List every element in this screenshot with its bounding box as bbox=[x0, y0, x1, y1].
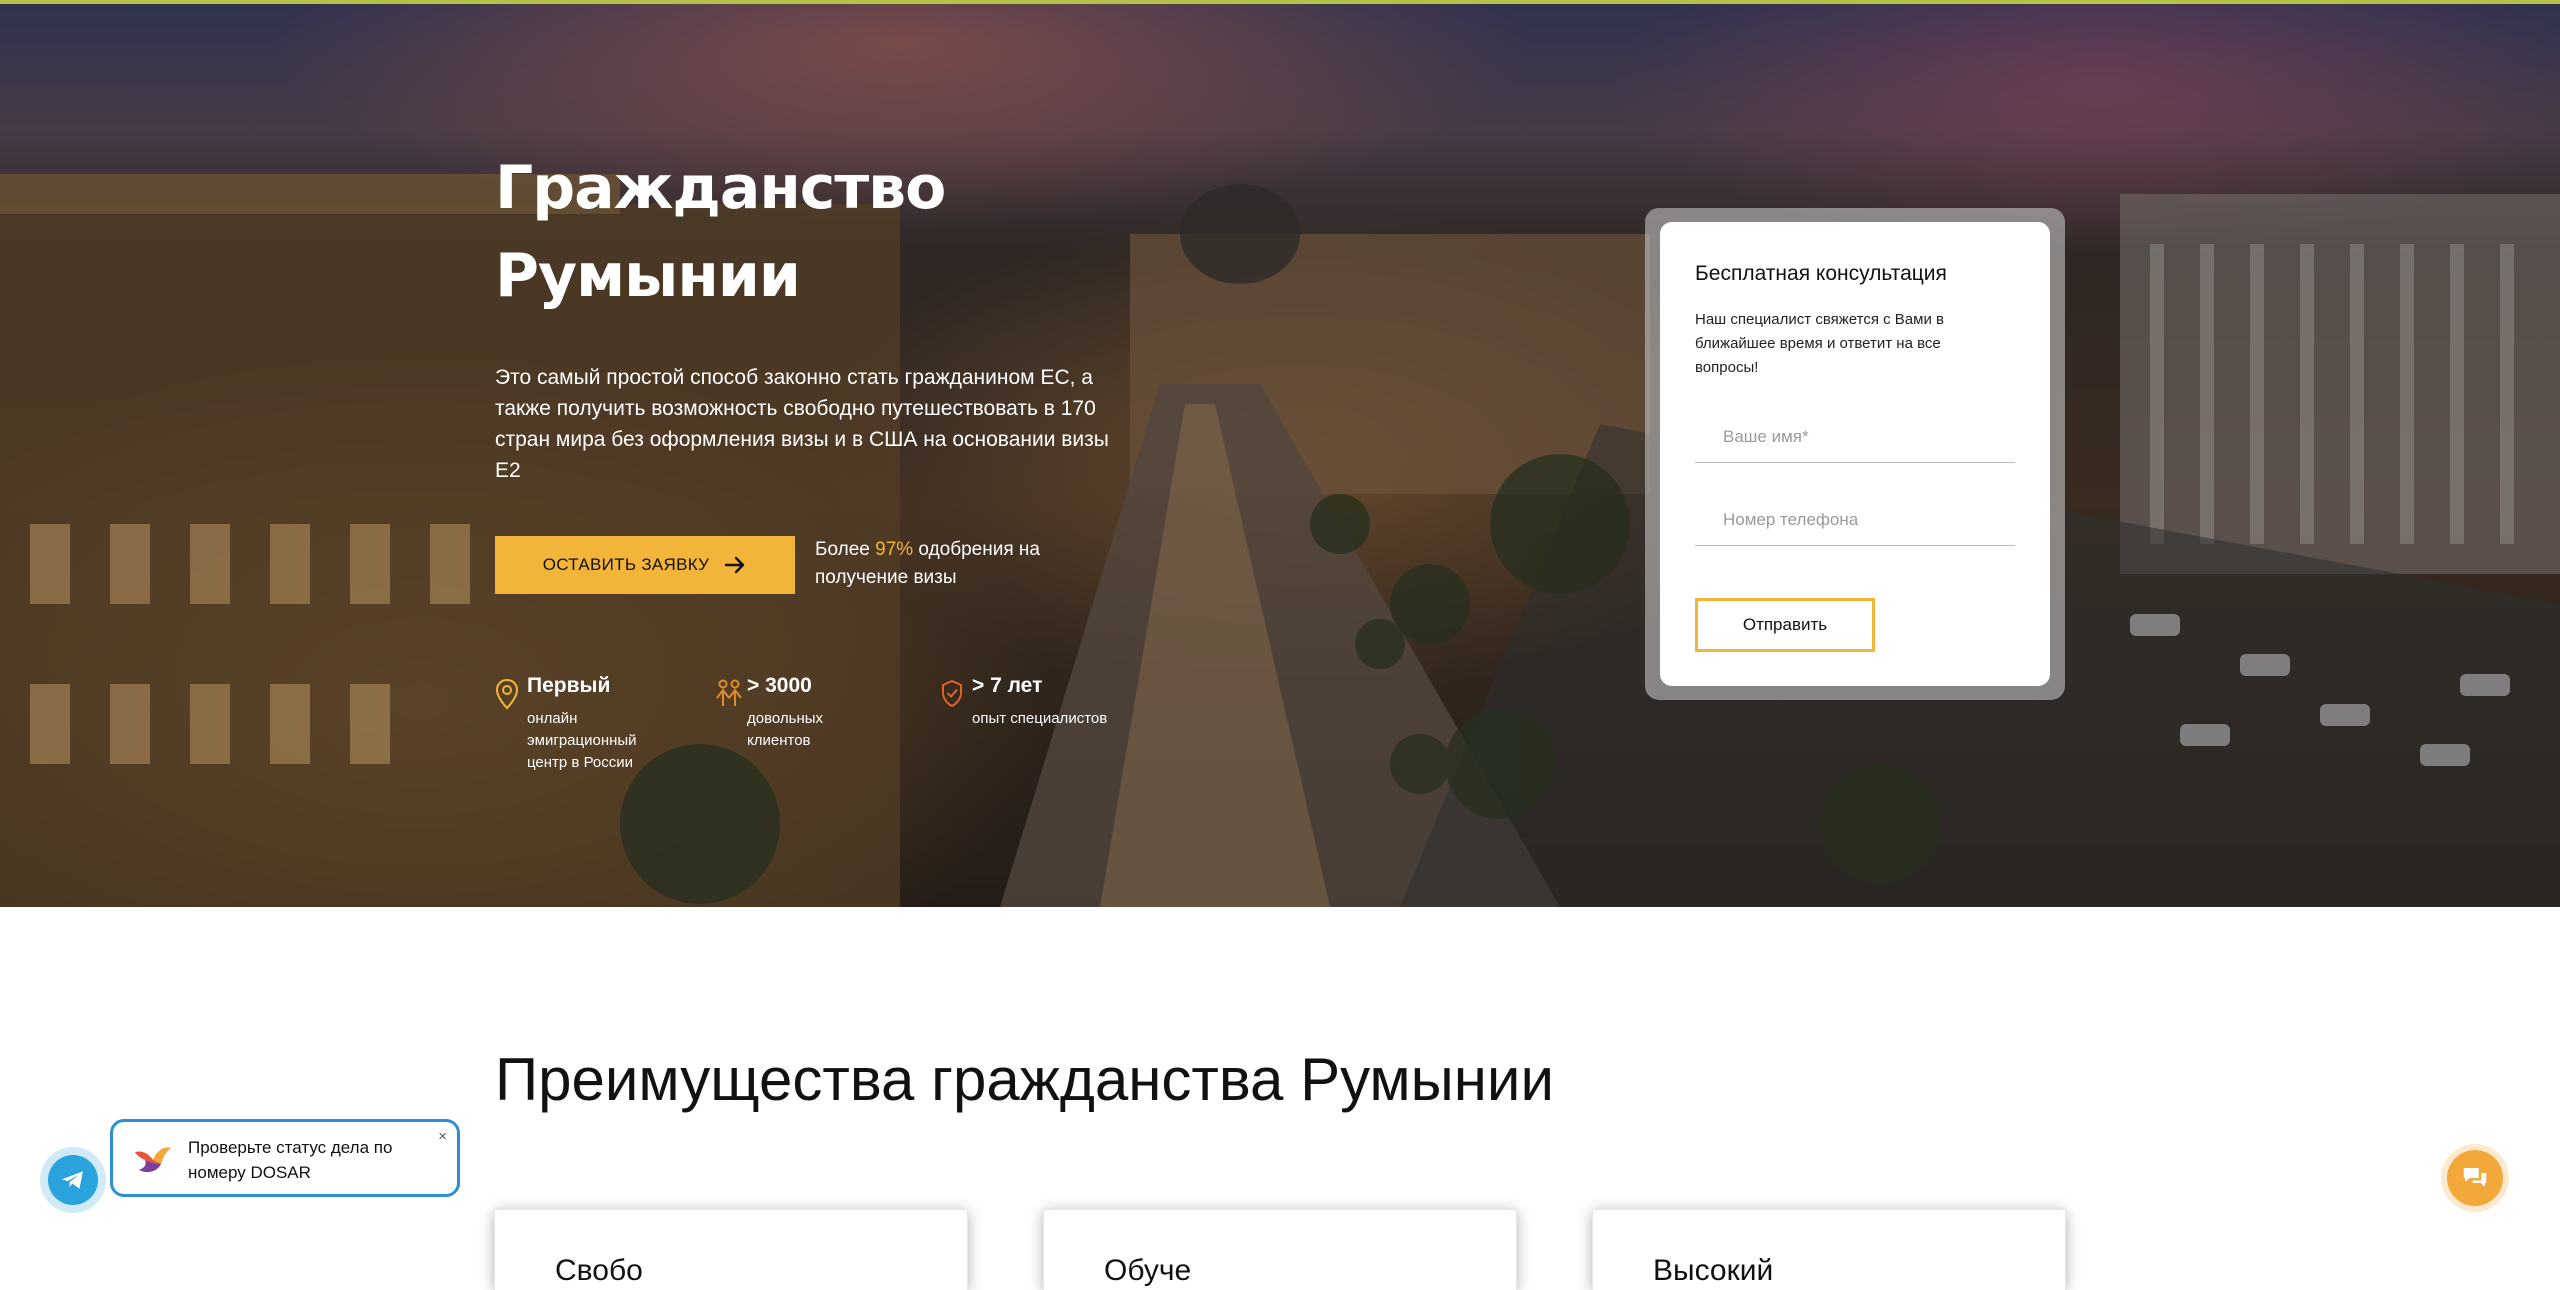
phone-input[interactable] bbox=[1695, 494, 2015, 546]
form-title: Бесплатная консультация bbox=[1695, 262, 1947, 285]
advantage-card: Высокий bbox=[1593, 1210, 2065, 1290]
stat-experience-value: > 7 лет bbox=[972, 674, 1043, 697]
hero-title: Гражданство Румынии bbox=[495, 144, 1055, 320]
approval-percent: 97% bbox=[875, 539, 914, 560]
leave-request-button-label: ОСТАВИТЬ ЗАЯВКУ bbox=[542, 555, 710, 574]
approval-prefix: Более bbox=[815, 539, 876, 560]
leave-request-button[interactable]: ОСТАВИТЬ ЗАЯВКУ bbox=[495, 536, 795, 594]
advantage-card: Свобо bbox=[495, 1210, 967, 1290]
dosar-notification-text: Проверьте статус дела по номеру DOSAR bbox=[188, 1138, 393, 1182]
stat-experience-caption: опыт специалистов bbox=[972, 710, 1108, 727]
hero-content: Гражданство Румынии Это самый простой сп… bbox=[0, 4, 2560, 907]
arrow-right-icon bbox=[725, 556, 745, 574]
submit-button[interactable]: Отправить bbox=[1695, 598, 1875, 652]
name-input[interactable] bbox=[1695, 411, 2015, 463]
advantage-card-title: Высокий bbox=[1653, 1254, 1774, 1287]
chat-icon bbox=[2463, 1168, 2487, 1187]
close-icon[interactable]: × bbox=[438, 1128, 447, 1145]
stat-first-caption: онлайн эмиграционный центр в России bbox=[527, 710, 637, 771]
advantages-title: Преимущества гражданства Румынии bbox=[495, 1046, 1554, 1113]
advantage-card: Обуче bbox=[1044, 1210, 1516, 1290]
happy-people-icon bbox=[716, 679, 742, 706]
stat-clients-caption: довольных клиентов bbox=[747, 710, 824, 749]
approval-rate-text: Более 97% одобрения на получение визы bbox=[815, 536, 1075, 592]
form-subtitle: Наш специалист свяжется с Вами в ближайш… bbox=[1695, 311, 1944, 376]
bird-logo-icon bbox=[135, 1147, 171, 1172]
location-pin-icon bbox=[495, 678, 519, 710]
hero-section: Гражданство Румынии Это самый простой сп… bbox=[0, 4, 2560, 907]
advantage-card-title: Свобо bbox=[555, 1254, 643, 1287]
shield-check-icon bbox=[942, 679, 962, 708]
hero-title-line1: Гражданство bbox=[495, 153, 946, 223]
telegram-button[interactable] bbox=[48, 1155, 98, 1205]
hero-description: Это самый простой способ законно стать г… bbox=[495, 366, 1109, 482]
consultation-form: Бесплатная консультация Наш специалист с… bbox=[1660, 222, 2050, 686]
chat-button[interactable] bbox=[2447, 1150, 2503, 1206]
advantage-card-title: Обуче bbox=[1104, 1254, 1192, 1287]
dosar-notification[interactable]: Проверьте статус дела по номеру DOSAR × bbox=[110, 1119, 460, 1197]
hero-title-line2: Румынии bbox=[495, 241, 801, 311]
telegram-icon bbox=[61, 1171, 83, 1189]
stat-first-value: Первый bbox=[527, 674, 611, 697]
stat-clients-value: > 3000 bbox=[747, 674, 812, 697]
